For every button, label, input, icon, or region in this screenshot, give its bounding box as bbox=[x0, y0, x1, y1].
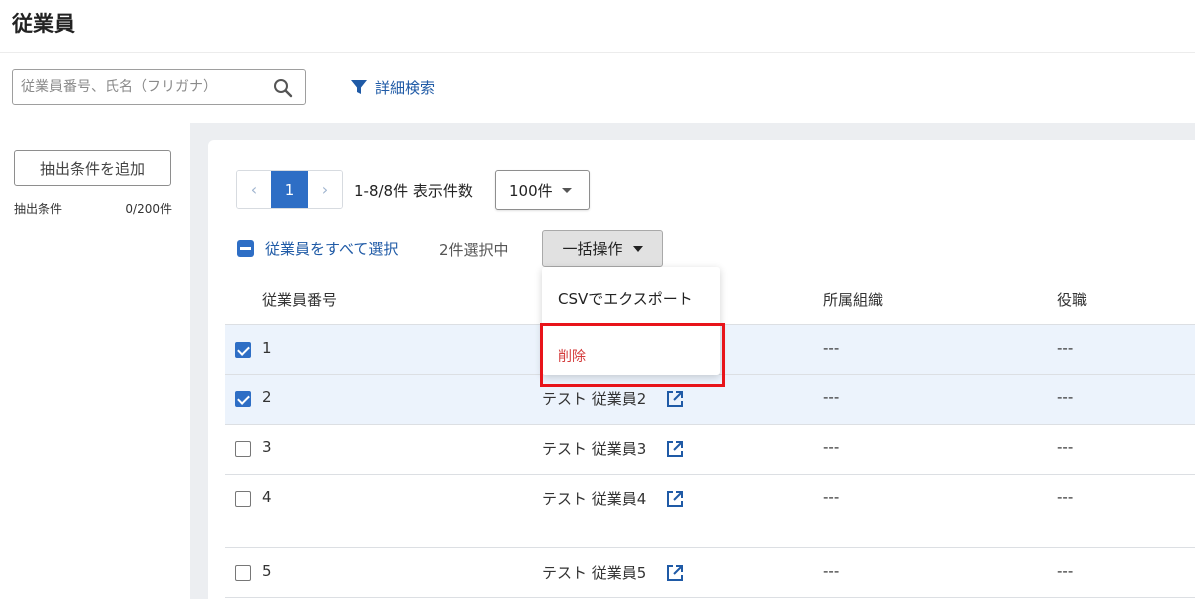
next-page-button[interactable]: › bbox=[308, 171, 342, 208]
per-page-select[interactable]: 100件 bbox=[495, 170, 590, 210]
row-divider bbox=[225, 597, 1195, 598]
position-cell: --- bbox=[1057, 488, 1074, 506]
bulk-action-button[interactable]: 一括操作 bbox=[542, 230, 663, 267]
employee-number: 5 bbox=[262, 562, 272, 580]
position-cell: --- bbox=[1057, 562, 1074, 580]
column-header-number[interactable]: 従業員番号 bbox=[262, 289, 337, 310]
employee-number: 2 bbox=[262, 388, 272, 406]
caret-down-icon bbox=[632, 245, 643, 252]
employee-name-link[interactable]: テスト 従業員4 bbox=[542, 488, 646, 509]
position-cell: --- bbox=[1057, 339, 1074, 357]
external-link-icon[interactable] bbox=[665, 389, 685, 409]
employee-number: 1 bbox=[262, 339, 272, 357]
advanced-search-label: 詳細検索 bbox=[375, 78, 436, 97]
conditions-label: 抽出条件 bbox=[14, 202, 63, 216]
search-input[interactable] bbox=[21, 70, 271, 104]
row-checkbox[interactable] bbox=[235, 391, 251, 407]
employee-number: 3 bbox=[262, 438, 272, 456]
prev-page-button[interactable]: ‹ bbox=[237, 171, 271, 208]
employee-name-link[interactable]: テスト 従業員2 bbox=[542, 388, 646, 409]
row-divider bbox=[225, 547, 1195, 548]
row-checkbox[interactable] bbox=[235, 491, 251, 507]
row-checkbox[interactable] bbox=[235, 342, 251, 358]
indeterminate-checkbox[interactable] bbox=[237, 240, 254, 257]
row-divider bbox=[225, 474, 1195, 475]
advanced-search-link[interactable]: 詳細検索 bbox=[350, 76, 435, 98]
header-divider bbox=[0, 52, 1195, 53]
external-link-icon[interactable] bbox=[665, 439, 685, 459]
row-checkbox[interactable] bbox=[235, 565, 251, 581]
caret-down-icon bbox=[561, 187, 572, 193]
pagination: ‹ 1 › bbox=[236, 170, 343, 209]
employee-name-link[interactable]: テスト 従業員3 bbox=[542, 438, 646, 459]
org-cell: --- bbox=[823, 388, 840, 406]
external-link-icon[interactable] bbox=[665, 489, 685, 509]
filter-icon bbox=[351, 80, 367, 94]
position-cell: --- bbox=[1057, 438, 1074, 456]
org-cell: --- bbox=[823, 488, 840, 506]
search-icon[interactable] bbox=[273, 78, 293, 98]
column-header-position[interactable]: 役職 bbox=[1057, 289, 1087, 310]
row-checkbox[interactable] bbox=[235, 441, 251, 457]
employee-number: 4 bbox=[262, 488, 272, 506]
position-cell: --- bbox=[1057, 388, 1074, 406]
select-all-label: 従業員をすべて選択 bbox=[265, 240, 399, 258]
row-divider bbox=[225, 424, 1195, 425]
external-link-icon[interactable] bbox=[665, 563, 685, 583]
column-header-org[interactable]: 所属組織 bbox=[823, 289, 883, 310]
org-cell: --- bbox=[823, 438, 840, 456]
org-cell: --- bbox=[823, 339, 840, 357]
org-cell: --- bbox=[823, 562, 840, 580]
page-title: 従業員 bbox=[12, 12, 75, 36]
employee-name-link[interactable]: テスト 従業員5 bbox=[542, 562, 646, 583]
highlight-annotation bbox=[540, 323, 725, 387]
bulk-action-label: 一括操作 bbox=[562, 240, 623, 258]
range-text: 1-8/8件 表示件数 bbox=[354, 182, 473, 200]
conditions-count: 0/200件 bbox=[125, 202, 172, 216]
select-all-toggle[interactable]: 従業員をすべて選択 bbox=[237, 238, 398, 259]
search-box[interactable] bbox=[12, 69, 306, 105]
selected-count: 2件選択中 bbox=[439, 241, 509, 259]
per-page-value: 100件 bbox=[509, 181, 553, 200]
add-condition-button[interactable]: 抽出条件を追加 bbox=[14, 150, 171, 186]
current-page[interactable]: 1 bbox=[271, 171, 308, 208]
menu-item-export-csv[interactable]: CSVでエクスポート bbox=[558, 288, 693, 309]
